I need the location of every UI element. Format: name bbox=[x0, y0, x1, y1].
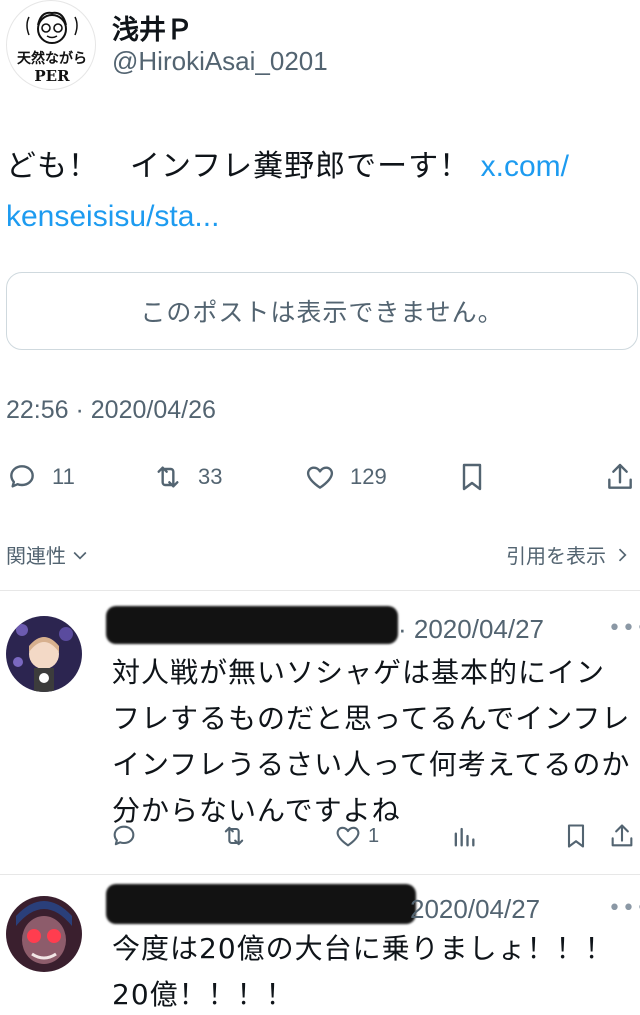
avatar-illustration bbox=[6, 896, 82, 972]
views-action[interactable] bbox=[450, 822, 478, 854]
more-icon[interactable]: ••• bbox=[608, 616, 640, 641]
more-icon[interactable]: ••• bbox=[608, 896, 640, 921]
author-avatar[interactable]: 天然ながら PER bbox=[6, 0, 96, 90]
author-handle[interactable]: @HirokiAsai_0201 bbox=[112, 46, 328, 77]
reply-icon bbox=[10, 465, 34, 488]
retweet-action[interactable] bbox=[220, 822, 248, 854]
avatar-illustration bbox=[6, 616, 82, 692]
chevron-down-icon bbox=[73, 551, 87, 560]
tweet-link-part2[interactable]: kenseisisu/sta... bbox=[6, 200, 219, 233]
reply-text: 今度は20億の大台に乗りましょ！！！20億！！！！ bbox=[112, 932, 614, 1011]
like-action[interactable]: 129 bbox=[304, 455, 387, 499]
sort-label: 関連性 bbox=[6, 544, 66, 568]
bookmark-action[interactable] bbox=[562, 822, 590, 854]
like-action[interactable]: 1 bbox=[334, 822, 379, 850]
retweet-icon bbox=[224, 826, 244, 846]
share-icon bbox=[608, 463, 632, 489]
reply-icon bbox=[113, 825, 135, 846]
reply-action[interactable] bbox=[110, 822, 138, 854]
divider bbox=[0, 590, 640, 591]
tweet-body: ども！ インフレ糞野郎でーす！ bbox=[6, 149, 471, 184]
reply-text: 対人戦が無いソシャゲは基本的にインフレするものだと思ってるんでインフレインフレう… bbox=[112, 656, 631, 827]
retweet-icon bbox=[157, 466, 179, 488]
reply-avatar[interactable] bbox=[6, 896, 82, 972]
reply-date[interactable]: · 2020/04/27 bbox=[398, 614, 544, 645]
bookmark-icon bbox=[567, 824, 585, 848]
unavailable-message: このポストは表示できません。 bbox=[140, 298, 504, 327]
retweet-count: 33 bbox=[198, 464, 223, 489]
reply-avatar[interactable] bbox=[6, 616, 82, 692]
reply-date[interactable]: 2020/04/27 bbox=[410, 894, 540, 925]
view-quotes-label: 引用を表示 bbox=[506, 544, 606, 568]
bookmark-icon bbox=[462, 463, 482, 491]
quoted-post-unavailable: このポストは表示できません。 bbox=[6, 272, 638, 350]
svg-text:PER: PER bbox=[34, 67, 70, 85]
like-icon bbox=[336, 826, 360, 847]
retweet-action[interactable]: 33 bbox=[152, 455, 222, 499]
share-action[interactable] bbox=[604, 455, 636, 499]
reply-count: 11 bbox=[52, 464, 75, 489]
sort-relevance-button[interactable]: 関連性 bbox=[6, 540, 90, 569]
tweet-text: ども！ インフレ糞野郎でーす！ x.com/ kenseisisu/sta... bbox=[6, 142, 631, 242]
share-action[interactable] bbox=[608, 822, 636, 854]
like-count: 129 bbox=[350, 464, 387, 489]
divider bbox=[0, 874, 640, 875]
reply-like-count: 1 bbox=[368, 824, 380, 847]
tweet-timestamp[interactable]: 22:56 · 2020/04/26 bbox=[6, 396, 216, 425]
share-icon bbox=[611, 824, 633, 847]
redacted-username bbox=[106, 884, 416, 924]
author-name[interactable]: 浅井Ｐ bbox=[112, 8, 193, 47]
redacted-username bbox=[106, 606, 398, 644]
like-icon bbox=[306, 466, 334, 489]
bookmark-action[interactable] bbox=[456, 455, 488, 499]
chevron-right-icon bbox=[618, 548, 627, 561]
views-icon bbox=[454, 827, 475, 847]
view-quotes-button[interactable]: 引用を表示 bbox=[506, 540, 632, 569]
svg-text:天然ながら: 天然ながら bbox=[17, 50, 87, 67]
reply-action[interactable]: 11 bbox=[6, 455, 75, 499]
avatar-illustration: 天然ながら PER bbox=[17, 11, 87, 85]
tweet-link-part1[interactable]: x.com/ bbox=[481, 150, 569, 183]
